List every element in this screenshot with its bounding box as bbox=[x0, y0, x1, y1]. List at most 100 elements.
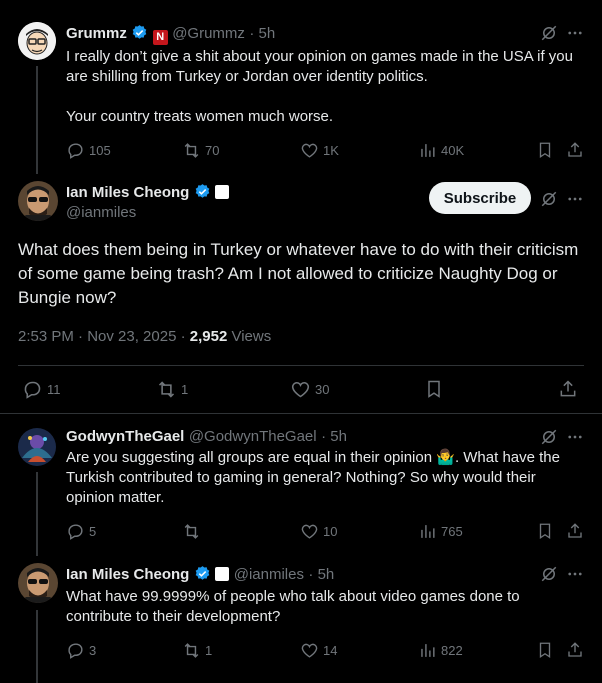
affiliate-badge-icon[interactable] bbox=[215, 185, 230, 199]
action-bar: 3 1 14 822 bbox=[66, 640, 586, 660]
reply-button[interactable]: 11 bbox=[22, 379, 61, 400]
affiliate-badge-icon[interactable]: N bbox=[152, 30, 168, 45]
repost-button[interactable]: 70 bbox=[182, 141, 219, 160]
share-icon bbox=[568, 642, 582, 657]
avatar[interactable] bbox=[18, 181, 58, 221]
verified-badge-icon bbox=[194, 565, 211, 587]
repost-button[interactable]: 1 bbox=[182, 641, 212, 660]
reply-icon bbox=[68, 642, 83, 659]
tweet-header: GodwynTheGael @GodwynTheGael · 5h bbox=[66, 428, 347, 446]
heart-icon bbox=[291, 381, 310, 397]
reply-button[interactable]: 5 bbox=[66, 522, 96, 541]
affiliate-badge-icon[interactable] bbox=[215, 567, 230, 581]
views-count: 765 bbox=[441, 523, 463, 539]
like-count: 1K bbox=[323, 142, 339, 158]
like-button[interactable]: 1K bbox=[300, 141, 339, 160]
handle[interactable]: @ianmiles bbox=[234, 566, 304, 583]
like-button[interactable]: 30 bbox=[290, 379, 329, 400]
heart-icon bbox=[301, 143, 318, 158]
tweet-text-part: Are you suggesting all groups are equal … bbox=[66, 449, 437, 466]
repost-icon bbox=[184, 642, 199, 658]
thread-line bbox=[36, 472, 38, 556]
reply-count: 105 bbox=[89, 142, 111, 158]
repost-count: 1 bbox=[181, 381, 189, 397]
more-options-icon[interactable] bbox=[566, 565, 584, 588]
repost-button[interactable] bbox=[182, 522, 201, 541]
share-button[interactable] bbox=[566, 141, 584, 159]
analytics-icon bbox=[421, 643, 435, 657]
grok-icon[interactable] bbox=[540, 24, 558, 47]
more-options-icon[interactable] bbox=[566, 190, 584, 213]
like-count: 14 bbox=[323, 642, 338, 658]
reply-icon bbox=[68, 142, 83, 159]
repost-button[interactable]: 1 bbox=[156, 379, 188, 400]
tweet-text: I really don’t give a shit about your op… bbox=[66, 48, 573, 85]
repost-count: 70 bbox=[205, 142, 220, 158]
action-bar: 11 1 30 bbox=[22, 379, 582, 399]
display-name[interactable]: Ian Miles Cheong bbox=[66, 184, 189, 201]
verified-badge-icon bbox=[131, 24, 148, 46]
like-button[interactable]: 14 bbox=[300, 641, 337, 660]
timestamp[interactable]: 2:53 PM · Nov 23, 2025 · bbox=[18, 328, 190, 345]
like-count: 30 bbox=[315, 381, 330, 397]
tweet-text: Are you suggesting all groups are equal … bbox=[66, 448, 586, 508]
grok-icon[interactable] bbox=[540, 565, 558, 588]
tweet-text: Your country treats women much worse. bbox=[66, 108, 334, 125]
subscribe-button[interactable]: Subscribe bbox=[429, 182, 531, 214]
heart-icon bbox=[301, 643, 318, 658]
share-button[interactable] bbox=[566, 641, 584, 659]
analytics-icon bbox=[421, 524, 435, 538]
reply-icon bbox=[68, 523, 83, 540]
display-name[interactable]: Ian Miles Cheong bbox=[66, 566, 189, 583]
bookmark-button[interactable] bbox=[536, 522, 554, 540]
bookmark-icon bbox=[539, 142, 551, 159]
reply-button[interactable]: 3 bbox=[66, 641, 96, 660]
views-label: Views bbox=[227, 328, 272, 345]
heart-icon bbox=[301, 524, 318, 539]
views-button[interactable]: 822 bbox=[418, 641, 463, 660]
handle[interactable]: @Grummz bbox=[172, 25, 245, 42]
bookmark-icon bbox=[428, 380, 440, 398]
share-button[interactable] bbox=[566, 522, 584, 540]
thread-line bbox=[36, 610, 38, 683]
views-count: 822 bbox=[441, 642, 463, 658]
tweet-text: What does them being in Turkey or whatev… bbox=[18, 240, 579, 307]
bookmark-button[interactable] bbox=[424, 379, 444, 399]
views-button[interactable]: 40K bbox=[418, 141, 464, 160]
views-count: 2,952 bbox=[189, 328, 228, 345]
reply-count: 3 bbox=[89, 642, 97, 658]
views-count: 40K bbox=[441, 142, 465, 158]
handle[interactable]: @ianmiles bbox=[66, 204, 136, 221]
avatar[interactable] bbox=[18, 428, 56, 466]
bookmark-button[interactable] bbox=[536, 641, 554, 659]
like-button[interactable]: 10 bbox=[300, 522, 337, 541]
repost-icon bbox=[158, 380, 175, 398]
action-bar: 105 70 1K 40K bbox=[66, 140, 586, 160]
divider bbox=[18, 365, 584, 366]
bookmark-icon bbox=[539, 523, 551, 540]
reply-button[interactable]: 105 bbox=[66, 141, 111, 160]
tweet-header: Grummz N @Grummz · 5h bbox=[66, 24, 275, 46]
more-options-icon[interactable] bbox=[566, 24, 584, 47]
share-icon bbox=[568, 523, 582, 538]
timestamp[interactable]: · 5h bbox=[321, 428, 347, 445]
action-bar: 5 10 765 bbox=[66, 521, 586, 541]
grok-icon[interactable] bbox=[540, 190, 558, 213]
timestamp[interactable]: · 5h bbox=[308, 566, 334, 583]
share-icon bbox=[560, 380, 576, 397]
avatar[interactable] bbox=[18, 563, 58, 603]
tweet-header: Ian Miles Cheong @ianmiles · 5h bbox=[66, 565, 334, 587]
tweet-meta: 2:53 PM · Nov 23, 2025 · 2,952 Views bbox=[18, 328, 271, 345]
like-count: 10 bbox=[323, 523, 338, 539]
handle[interactable]: @GodwynTheGael bbox=[189, 428, 317, 445]
display-name[interactable]: GodwynTheGael bbox=[66, 428, 184, 445]
reply-icon bbox=[24, 381, 41, 399]
bookmark-button[interactable] bbox=[536, 141, 554, 159]
analytics-icon bbox=[421, 143, 435, 157]
thread-line bbox=[36, 66, 38, 174]
share-button[interactable] bbox=[558, 379, 578, 399]
display-name[interactable]: Grummz bbox=[66, 25, 127, 42]
avatar[interactable] bbox=[18, 22, 56, 60]
views-button[interactable]: 765 bbox=[418, 522, 463, 541]
timestamp[interactable]: · 5h bbox=[249, 25, 275, 42]
